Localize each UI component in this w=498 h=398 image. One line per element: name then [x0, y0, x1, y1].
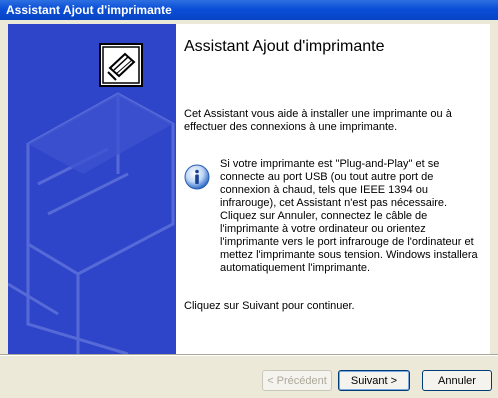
- back-button[interactable]: < Précédent: [262, 370, 332, 391]
- page-heading: Assistant Ajout d'imprimante: [184, 38, 385, 55]
- info-icon: [184, 164, 210, 190]
- printer-wizard-icon: [99, 43, 143, 87]
- wizard-content: Assistant Ajout d'imprimante Cet Assista…: [176, 24, 490, 354]
- cancel-button[interactable]: Annuler: [422, 370, 492, 391]
- plug-and-play-note: Si votre imprimante est "Plug-and-Play" …: [220, 158, 478, 274]
- next-button[interactable]: Suivant >: [338, 370, 410, 391]
- intro-text: Cet Assistant vous aide à installer une …: [184, 108, 452, 133]
- wizard-sidebar: [8, 24, 176, 354]
- button-separator: [0, 354, 498, 356]
- continue-instruction: Cliquez sur Suivant pour continuer.: [184, 300, 355, 312]
- sidebar-printer-graphic: [8, 24, 176, 354]
- wizard-window: Assistant Ajout d'imprimante Assistant A…: [0, 0, 498, 398]
- window-title: Assistant Ajout d'imprimante: [6, 3, 172, 17]
- title-bar[interactable]: Assistant Ajout d'imprimante: [0, 0, 498, 20]
